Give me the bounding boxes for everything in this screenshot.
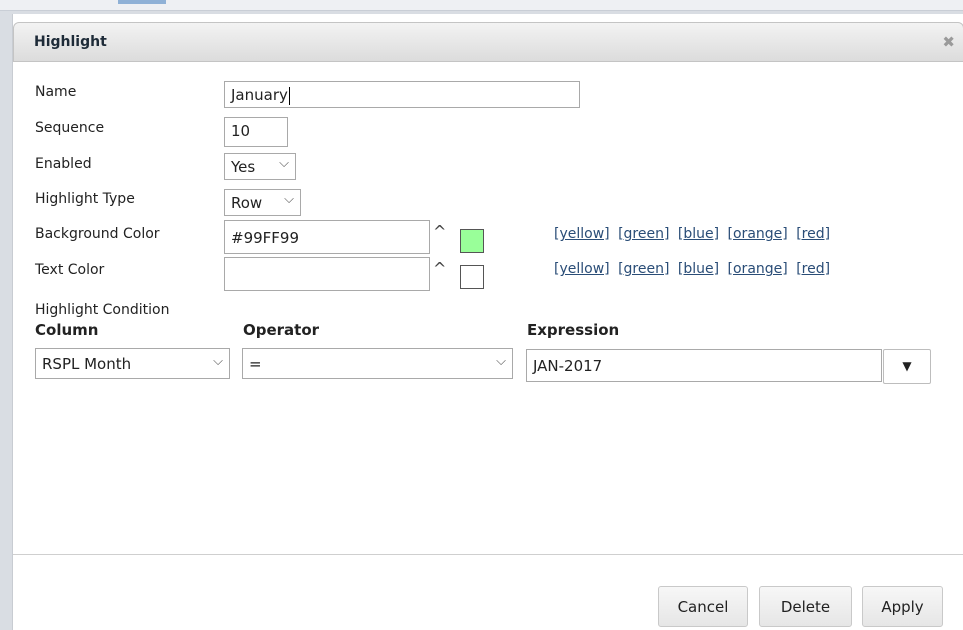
text-preset-yellow[interactable]: [yellow]: [554, 261, 610, 277]
text-color-input[interactable]: [224, 257, 430, 291]
enabled-label: Enabled: [35, 156, 92, 172]
background-color-input-value: #99FF99: [231, 229, 299, 247]
expression-dropdown-button[interactable]: ▼: [883, 349, 931, 384]
color-picker-toggle-icon[interactable]: ^: [433, 222, 446, 241]
expression-input[interactable]: JAN-2017: [526, 349, 882, 382]
cancel-button[interactable]: Cancel: [658, 586, 748, 627]
color-picker-toggle-icon[interactable]: ^: [433, 259, 446, 278]
text-cursor: [288, 86, 290, 105]
expression-input-value: JAN-2017: [533, 357, 603, 375]
apply-button[interactable]: Apply: [862, 586, 943, 627]
chevron-down-icon: ⌵: [496, 354, 506, 369]
column-select-value: RSPL Month: [42, 355, 132, 373]
bg-preset-orange[interactable]: [orange]: [728, 226, 788, 242]
text-preset-orange[interactable]: [orange]: [728, 261, 788, 277]
name-input-value: January: [231, 86, 288, 104]
dialog-title: Highlight: [34, 34, 107, 50]
name-input[interactable]: January: [224, 81, 580, 108]
highlight-type-select-value: Row: [231, 194, 263, 212]
text-preset-green[interactable]: [green]: [618, 261, 669, 277]
highlight-condition-label: Highlight Condition: [35, 302, 170, 318]
column-select[interactable]: RSPL Month ⌵: [35, 348, 230, 379]
name-label: Name: [35, 84, 77, 100]
page-top-strip: [0, 0, 963, 11]
background-color-swatch[interactable]: [460, 229, 484, 253]
delete-button[interactable]: Delete: [759, 586, 852, 627]
enabled-select[interactable]: Yes ⌵: [224, 153, 296, 180]
column-header: Column: [35, 321, 99, 339]
sequence-input[interactable]: 10: [224, 117, 288, 147]
operator-select[interactable]: = ⌵: [242, 348, 513, 379]
bg-preset-green[interactable]: [green]: [618, 226, 669, 242]
dialog-titlebar[interactable]: Highlight ✖: [13, 22, 963, 62]
text-color-swatch[interactable]: [460, 265, 484, 289]
highlight-type-label: Highlight Type: [35, 191, 135, 207]
chevron-down-icon: ⌵: [213, 354, 223, 369]
expression-header: Expression: [527, 321, 620, 339]
bg-preset-yellow[interactable]: [yellow]: [554, 226, 610, 242]
active-tab-indicator: [118, 0, 166, 4]
chevron-down-icon: ⌵: [279, 156, 289, 171]
text-preset-red[interactable]: [red]: [796, 261, 830, 277]
text-color-label: Text Color: [35, 262, 105, 278]
background-color-label: Background Color: [35, 226, 160, 242]
triangle-down-icon: ▼: [902, 359, 912, 373]
highlight-type-select[interactable]: Row ⌵: [224, 189, 301, 216]
footer-divider: [13, 554, 963, 555]
background-color-input[interactable]: #99FF99: [224, 220, 430, 254]
highlight-dialog: Highlight ✖ Name January Sequence 10 Ena…: [12, 14, 963, 630]
close-icon[interactable]: ✖: [942, 33, 955, 51]
operator-header: Operator: [243, 321, 320, 339]
sequence-label: Sequence: [35, 120, 105, 136]
text-color-presets: [yellow] [green] [blue] [orange] [red]: [554, 261, 834, 277]
bg-preset-red[interactable]: [red]: [796, 226, 830, 242]
chevron-down-icon: ⌵: [284, 192, 294, 207]
operator-select-value: =: [249, 355, 262, 373]
background-color-presets: [yellow] [green] [blue] [orange] [red]: [554, 226, 834, 242]
bg-preset-blue[interactable]: [blue]: [678, 226, 719, 242]
text-preset-blue[interactable]: [blue]: [678, 261, 719, 277]
sequence-input-value: 10: [231, 122, 251, 140]
enabled-select-value: Yes: [231, 158, 256, 176]
